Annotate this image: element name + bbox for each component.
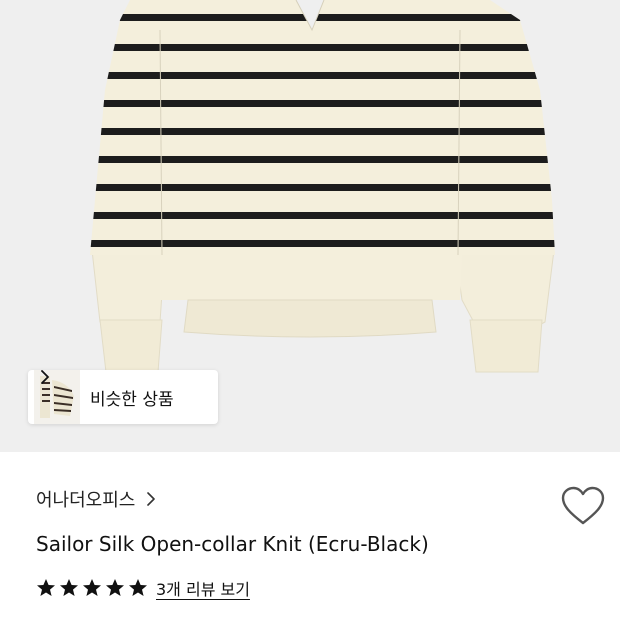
star-icon <box>129 579 147 596</box>
brand-name: 어나더오피스 <box>36 490 136 511</box>
product-info: 어나더오피스 Sailor Silk Open-collar Knit (Ecr… <box>0 452 620 620</box>
star-rating <box>36 578 148 598</box>
heart-outline-icon[interactable] <box>560 486 606 526</box>
brand-link[interactable]: 어나더오피스 <box>36 486 157 512</box>
similar-products-button[interactable]: 비슷한 상품 <box>28 370 218 424</box>
rating-row: 3개 리뷰 보기 <box>36 576 250 600</box>
chevron-right-icon <box>147 492 156 506</box>
similar-products-label: 비슷한 상품 <box>90 389 174 410</box>
chevron-right-icon <box>41 370 49 384</box>
star-icon <box>83 579 101 596</box>
star-icon <box>37 579 55 596</box>
product-title: Sailor Silk Open-collar Knit (Ecru-Black… <box>36 532 429 556</box>
product-image[interactable]: 비슷한 상품 <box>0 0 620 452</box>
star-icon <box>60 579 78 596</box>
star-icon <box>106 579 124 596</box>
review-link[interactable]: 3개 리뷰 보기 <box>156 576 250 600</box>
